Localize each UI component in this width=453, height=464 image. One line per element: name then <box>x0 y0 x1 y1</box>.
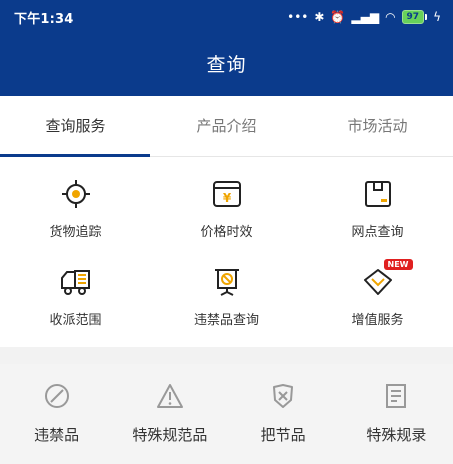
battery-icon: 97 <box>401 10 428 24</box>
status-bar: 下午1:34 ••• ✱ ⏰ ▂▄▆ ◠ 97 ϟ <box>0 0 453 34</box>
service-label: 增值服务 <box>351 313 404 328</box>
service-prohibited-query[interactable]: 违禁品查询 <box>151 265 302 345</box>
category-label: 违禁品 <box>34 426 80 444</box>
service-price-time[interactable]: ¥ 价格时效 <box>151 177 302 265</box>
service-cargo-tracking[interactable]: 货物追踪 <box>0 177 151 265</box>
tab-query-service[interactable]: 查询服务 <box>0 96 151 156</box>
price-icon: ¥ <box>210 177 244 211</box>
more-dots-icon: ••• <box>287 10 309 24</box>
category-prohibited[interactable]: 违禁品 <box>0 364 113 464</box>
category-label: 特殊规录 <box>366 426 427 444</box>
service-label: 违禁品查询 <box>193 313 259 328</box>
charging-icon: ϟ <box>433 10 441 24</box>
document-icon <box>386 384 407 408</box>
tab-indicator <box>0 154 150 157</box>
tab-market-activity[interactable]: 市场活动 <box>302 96 453 156</box>
header: 下午1:34 ••• ✱ ⏰ ▂▄▆ ◠ 97 ϟ 查询 <box>0 0 453 96</box>
alarm-icon: ⏰ <box>330 10 346 24</box>
category-controlled[interactable]: 把节品 <box>227 364 340 464</box>
truck-icon <box>59 265 93 299</box>
bluetooth-icon: ✱ <box>314 10 325 24</box>
service-grid: 货物追踪 ¥ 价格时效 网点查询 收派范围 违禁品查询 NEW 增值服务 <box>0 157 453 347</box>
category-bar: 违禁品 特殊规范品 把节品 特殊规录 <box>0 364 453 464</box>
service-label: 货物追踪 <box>49 225 102 240</box>
category-label: 把节品 <box>260 426 306 444</box>
svg-text:¥: ¥ <box>222 191 231 205</box>
new-badge: NEW <box>383 259 413 270</box>
category-special-rules[interactable]: 特殊规录 <box>340 364 453 464</box>
service-label: 收派范围 <box>49 313 102 328</box>
target-icon <box>59 177 93 211</box>
category-special[interactable]: 特殊规范品 <box>113 364 226 464</box>
battery-level: 97 <box>401 10 425 24</box>
status-time: 下午1:34 <box>14 11 74 27</box>
shield-x-icon <box>273 384 294 408</box>
wifi-icon: ◠ <box>385 10 396 24</box>
service-label: 价格时效 <box>200 225 253 240</box>
page-title: 查询 <box>206 54 247 76</box>
status-icons: ••• ✱ ⏰ ▂▄▆ ◠ 97 ϟ <box>287 10 441 24</box>
box-icon <box>361 177 395 211</box>
warning-icon <box>156 384 183 408</box>
category-label: 特殊规范品 <box>132 426 208 444</box>
prohibited-icon <box>44 384 69 408</box>
tab-bar: 查询服务 产品介绍 市场活动 <box>0 96 453 157</box>
signal-icon: ▂▄▆ <box>351 10 380 24</box>
value-added-icon: NEW <box>361 259 413 299</box>
service-delivery-range[interactable]: 收派范围 <box>0 265 151 345</box>
service-value-added[interactable]: NEW 增值服务 <box>302 259 453 345</box>
prohibited-board-icon <box>210 265 244 299</box>
service-outlet-query[interactable]: 网点查询 <box>302 177 453 265</box>
service-label: 网点查询 <box>351 225 404 240</box>
battery-tip <box>425 14 428 20</box>
tab-product-intro[interactable]: 产品介绍 <box>151 96 302 156</box>
